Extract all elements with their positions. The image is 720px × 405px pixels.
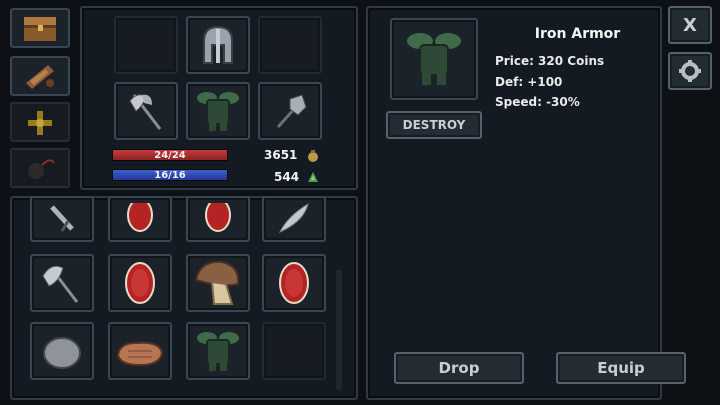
- gear-icon: [679, 60, 701, 82]
- bomb-icon: [28, 159, 55, 179]
- inventory-slot[interactable]: [108, 322, 172, 380]
- helmet-icon: [203, 25, 233, 64]
- mushroom-icon: [194, 260, 240, 305]
- inventory-slot-empty[interactable]: [262, 322, 326, 380]
- mp-bar: 16/16: [112, 169, 228, 181]
- ruby-gem-icon: [125, 262, 155, 304]
- equip-slot-left-empty[interactable]: [114, 16, 178, 74]
- steak-icon: [116, 341, 164, 367]
- mace-icon: [276, 94, 307, 129]
- coins-count: 3651: [264, 148, 298, 162]
- inventory-slot[interactable]: [186, 322, 250, 380]
- equip-slot-head[interactable]: [186, 16, 250, 74]
- leaf-gem-icon: [308, 172, 318, 182]
- tab-chest[interactable]: [10, 8, 70, 48]
- inventory-slot[interactable]: [30, 254, 94, 312]
- inventory-slot[interactable]: [186, 254, 250, 312]
- scroll-icon: [26, 65, 54, 89]
- sword-icon: [50, 205, 74, 232]
- inventory-slot[interactable]: [262, 196, 326, 242]
- tab-scrolls[interactable]: [10, 56, 70, 96]
- iron-armor-icon: [407, 33, 461, 85]
- hp-value: 24/24: [154, 149, 186, 161]
- tab-bombs[interactable]: [10, 148, 70, 188]
- equip-slot-right-empty[interactable]: [258, 16, 322, 74]
- drop-button[interactable]: Drop: [394, 352, 524, 384]
- item-speed: Speed: -30%: [495, 95, 580, 109]
- item-def: Def: +100: [495, 75, 563, 89]
- battle-axe-icon: [42, 265, 79, 303]
- item-price: Price: 320 Coins: [495, 54, 605, 68]
- inventory-scrollbar[interactable]: [336, 270, 342, 390]
- equip-button[interactable]: Equip: [556, 352, 686, 384]
- gold-cross-icon: [28, 111, 52, 135]
- chest-icon: [24, 17, 56, 41]
- mp-value: 16/16: [154, 169, 186, 181]
- close-icon: X: [683, 14, 697, 36]
- feather-icon: [278, 202, 309, 234]
- stone-icon: [43, 337, 81, 369]
- close-button[interactable]: X: [668, 6, 712, 44]
- inventory-slot[interactable]: [30, 322, 94, 380]
- ruby-gem-icon: [127, 203, 153, 232]
- inventory-slot[interactable]: [108, 196, 172, 242]
- battle-axe-icon: [129, 94, 162, 130]
- ruby-gem-icon: [205, 203, 231, 232]
- destroy-button[interactable]: DESTROY: [386, 111, 482, 139]
- equip-slot-offhand[interactable]: [258, 82, 322, 140]
- iron-armor-icon: [197, 92, 239, 131]
- hp-bar: 24/24: [112, 149, 228, 161]
- settings-button[interactable]: [668, 52, 712, 90]
- selected-item-preview: [390, 18, 478, 100]
- tab-amulets[interactable]: [10, 102, 70, 142]
- inventory-slot[interactable]: [30, 196, 94, 242]
- inventory-slot[interactable]: [262, 254, 326, 312]
- item-name: Iron Armor: [534, 26, 621, 42]
- inventory-slot[interactable]: [186, 196, 250, 242]
- gems-count: 544: [274, 170, 300, 184]
- equip-slot-weapon[interactable]: [114, 82, 178, 140]
- ruby-gem-icon: [279, 262, 309, 304]
- coin-bag-icon: [308, 150, 318, 162]
- inventory-slot[interactable]: [108, 254, 172, 312]
- iron-armor-icon: [197, 332, 239, 371]
- equip-slot-body[interactable]: [186, 82, 250, 140]
